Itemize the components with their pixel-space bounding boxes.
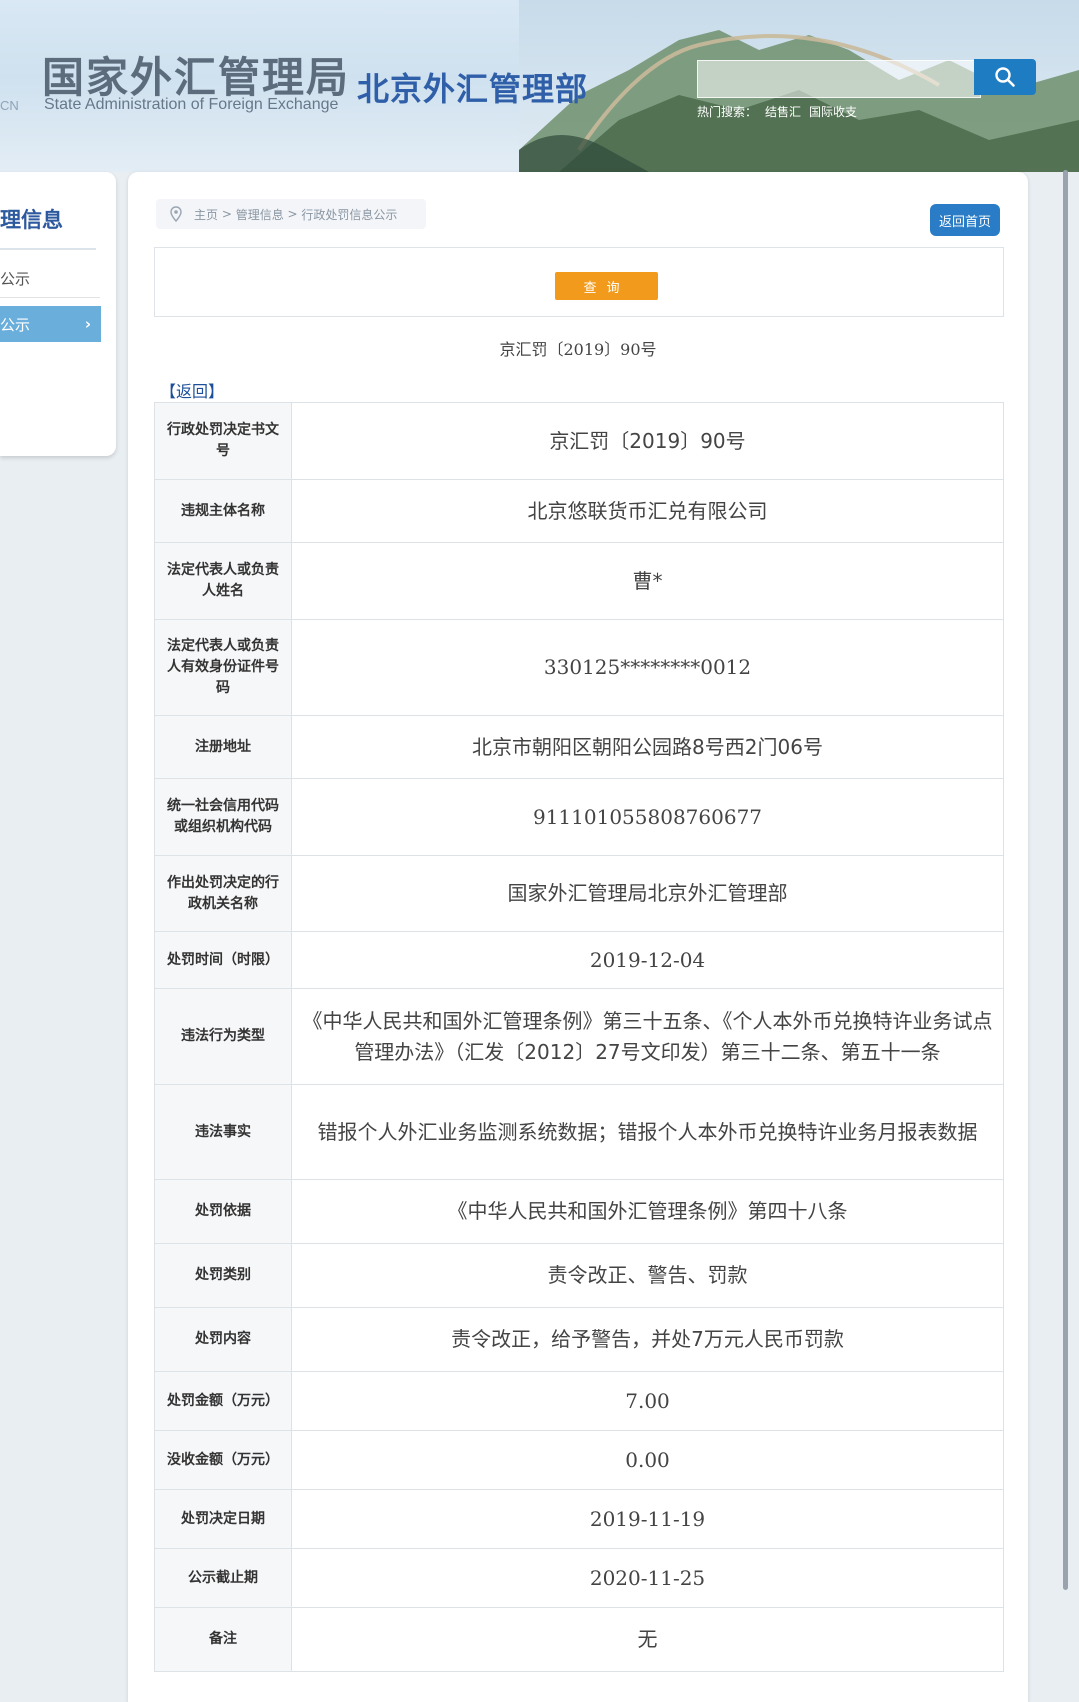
search-icon [995,67,1015,87]
sidebar-item[interactable]: 公示 [0,268,30,289]
table-row: 法定代表人或负责人有效身份证件号码 330125********0012 [154,619,1004,716]
row-value: 错报个人外汇业务监测系统数据；错报个人本外币兑换特许业务月报表数据 [291,1084,1004,1180]
breadcrumb-separator: > [218,207,236,221]
breadcrumb-home[interactable]: 主页 [194,206,218,223]
row-label: 行政处罚决定书文号 [154,402,292,480]
search-input[interactable] [697,60,981,98]
row-label: 统一社会信用代码或组织机构代码 [154,778,292,856]
location-pin-icon [170,206,182,222]
table-row: 备注 无 [154,1607,1004,1672]
table-row: 处罚内容 责令改正，给予警告，并处7万元人民币罚款 [154,1307,1004,1372]
query-button[interactable]: 查询 [555,272,658,300]
table-row: 违法事实 错报个人外汇业务监测系统数据；错报个人本外币兑换特许业务月报表数据 [154,1084,1004,1180]
row-value: 京汇罚〔2019〕90号 [291,402,1004,480]
penalty-info-table: 行政处罚决定书文号 京汇罚〔2019〕90号 违规主体名称 北京悠联货币汇兑有限… [154,402,1004,1672]
site-header: CN 国家外汇管理局 State Administration of Forei… [0,0,1079,172]
row-label: 法定代表人或负责人姓名 [154,542,292,620]
breadcrumb-separator: > [283,207,302,221]
row-value: 国家外汇管理局北京外汇管理部 [291,855,1004,932]
table-row: 处罚金额（万元） 7.00 [154,1371,1004,1431]
row-label: 注册地址 [154,715,292,779]
document-number-heading: 京汇罚〔2019〕90号 [499,340,657,359]
row-label: 处罚决定日期 [154,1489,292,1549]
row-label: 处罚类别 [154,1243,292,1308]
breadcrumb-section[interactable]: 管理信息 [236,206,284,223]
row-value: 0.00 [291,1430,1004,1490]
row-value: 330125********0012 [291,619,1004,716]
row-value: 2019-11-19 [291,1489,1004,1549]
table-row: 公示截止期 2020-11-25 [154,1548,1004,1608]
breadcrumb-current[interactable]: 行政处罚信息公示 [301,206,397,223]
chevron-right-icon: › [84,315,91,333]
query-panel: 查询 [154,247,1004,317]
back-home-button[interactable]: 返回首页 [930,204,1000,236]
divider [0,248,96,250]
row-value: 911101055808760677 [291,778,1004,856]
table-row: 法定代表人或负责人姓名 曹* [154,542,1004,620]
hot-search: 热门搜索： 结售汇 国际收支 [697,103,865,120]
table-row: 处罚依据 《中华人民共和国外汇管理条例》第四十八条 [154,1179,1004,1244]
row-value: 2020-11-25 [291,1548,1004,1608]
table-row: 统一社会信用代码或组织机构代码 911101055808760677 [154,778,1004,856]
table-row: 处罚决定日期 2019-11-19 [154,1489,1004,1549]
main-panel: 主页 > 管理信息 > 行政处罚信息公示 返回首页 查询 京汇罚〔2019〕90… [128,172,1028,1702]
logo-prefix: CN [0,98,19,113]
table-row: 注册地址 北京市朝阳区朝阳公园路8号西2门06号 [154,715,1004,779]
hot-search-item[interactable]: 国际收支 [809,105,857,119]
row-label: 违法事实 [154,1084,292,1180]
row-value: 7.00 [291,1371,1004,1431]
row-value: 2019-12-04 [291,931,1004,989]
site-logo-english: State Administration of Foreign Exchange [44,96,339,113]
breadcrumb: 主页 > 管理信息 > 行政处罚信息公示 [156,199,426,229]
table-row: 处罚类别 责令改正、警告、罚款 [154,1243,1004,1308]
back-link[interactable]: 【返回】 [160,378,224,402]
search-button[interactable] [974,59,1036,95]
row-label: 作出处罚决定的行政机关名称 [154,855,292,932]
divider [0,297,100,298]
table-row: 行政处罚决定书文号 京汇罚〔2019〕90号 [154,402,1004,480]
sidebar-item-active[interactable]: 公示 › [0,306,101,342]
row-value: 无 [291,1607,1004,1672]
row-value: 《中华人民共和国外汇管理条例》第三十五条、《个人本外币兑换特许业务试点管理办法》… [291,988,1004,1085]
row-label: 处罚时间（时限） [154,931,292,989]
table-row: 违法行为类型 《中华人民共和国外汇管理条例》第三十五条、《个人本外币兑换特许业务… [154,988,1004,1085]
row-value: 责令改正、警告、罚款 [291,1243,1004,1308]
table-row: 处罚时间（时限） 2019-12-04 [154,931,1004,989]
hot-search-label: 热门搜索： [697,105,758,119]
row-value: 《中华人民共和国外汇管理条例》第四十八条 [291,1179,1004,1244]
table-row: 作出处罚决定的行政机关名称 国家外汇管理局北京外汇管理部 [154,855,1004,932]
table-row: 没收金额（万元） 0.00 [154,1430,1004,1490]
row-label: 违法行为类型 [154,988,292,1085]
row-value: 北京市朝阳区朝阳公园路8号西2门06号 [291,715,1004,779]
row-value: 北京悠联货币汇兑有限公司 [291,479,1004,543]
row-label: 处罚金额（万元） [154,1371,292,1431]
row-value: 责令改正，给予警告，并处7万元人民币罚款 [291,1307,1004,1372]
row-label: 违规主体名称 [154,479,292,543]
row-label: 处罚依据 [154,1179,292,1244]
row-value: 曹* [291,542,1004,620]
table-row: 违规主体名称 北京悠联货币汇兑有限公司 [154,479,1004,543]
row-label: 处罚内容 [154,1307,292,1372]
row-label: 备注 [154,1607,292,1672]
sidebar: 理信息 公示 公示 › [0,172,116,456]
row-label: 法定代表人或负责人有效身份证件号码 [154,619,292,716]
hot-search-item[interactable]: 结售汇 [765,105,801,119]
sidebar-title: 理信息 [0,208,63,232]
sidebar-item-label: 公示 [0,315,31,334]
department-title: 北京外汇管理部 [357,70,589,108]
row-label: 没收金额（万元） [154,1430,292,1490]
page-scrollbar[interactable] [1063,170,1068,1590]
row-label: 公示截止期 [154,1548,292,1608]
